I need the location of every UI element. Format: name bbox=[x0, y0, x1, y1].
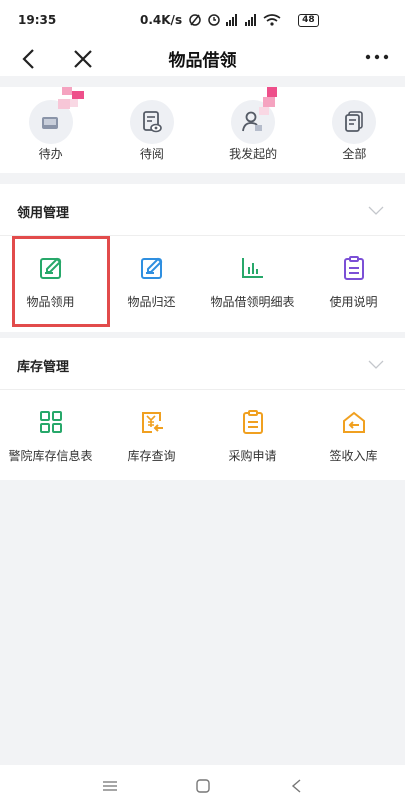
app-label: 警院库存信息表 bbox=[8, 449, 93, 463]
quick-item-todo[interactable]: 待办 bbox=[0, 87, 101, 173]
quick-item-initiated[interactable]: 我发起的 bbox=[203, 87, 304, 173]
app-item-goods-detail[interactable]: 物品借领明细表 bbox=[202, 236, 303, 332]
network-speed: 0.4K/s bbox=[140, 13, 183, 27]
app-label: 使用说明 bbox=[329, 295, 378, 309]
app-item-instructions[interactable]: 使用说明 bbox=[303, 236, 404, 332]
clipboard-icon bbox=[343, 256, 364, 280]
more-menu-icon[interactable] bbox=[360, 44, 394, 72]
home-square-icon[interactable] bbox=[193, 777, 213, 795]
section-header[interactable]: 领用管理 bbox=[0, 184, 405, 236]
app-item-inventory-query[interactable]: 库存查询 bbox=[101, 390, 202, 486]
yuan-doc-icon bbox=[141, 412, 163, 433]
quick-item-all[interactable]: 全部 bbox=[304, 87, 405, 173]
section-inventory-management: 库存管理 警院库存信息表 库存查询 采购申请 签收入库 bbox=[0, 338, 405, 480]
status-bar: 19:35 0.4K/s 48 bbox=[0, 0, 405, 40]
quick-label: 我发起的 bbox=[229, 147, 278, 161]
back-triangle-icon[interactable] bbox=[287, 777, 307, 795]
home-in-icon bbox=[342, 411, 365, 433]
top-nav: 物品借领 bbox=[0, 40, 405, 76]
menu-lines-icon[interactable] bbox=[100, 777, 120, 795]
section-header[interactable]: 库存管理 bbox=[0, 338, 405, 390]
chevron-down-icon[interactable] bbox=[368, 358, 384, 370]
quick-item-toread[interactable]: 待阅 bbox=[101, 87, 202, 173]
status-indicator-icons bbox=[189, 14, 281, 26]
quick-label: 待办 bbox=[38, 147, 63, 161]
highlight-box bbox=[12, 236, 110, 327]
section-title: 库存管理 bbox=[17, 360, 70, 375]
quick-label: 全部 bbox=[342, 147, 367, 161]
pixelated-overlay bbox=[58, 87, 84, 109]
page-title: 物品借领 bbox=[168, 51, 237, 71]
app-label: 库存查询 bbox=[127, 449, 176, 463]
bar-chart-icon bbox=[241, 258, 263, 278]
app-label: 物品归还 bbox=[127, 295, 176, 309]
battery-indicator: 48 bbox=[298, 13, 319, 27]
app-item-inventory-info[interactable]: 警院库存信息表 bbox=[0, 390, 101, 486]
status-icons: 0.4K/s 48 bbox=[140, 13, 319, 27]
app-label: 签收入库 bbox=[329, 449, 378, 463]
app-label: 采购申请 bbox=[228, 449, 277, 463]
all-docs-icon bbox=[332, 100, 377, 144]
app-item-goods-return[interactable]: 物品归还 bbox=[101, 236, 202, 332]
system-nav-bar bbox=[0, 765, 405, 807]
clipboard-icon bbox=[242, 410, 263, 434]
app-label: 物品借领明细表 bbox=[210, 295, 295, 309]
app-grid: 警院库存信息表 库存查询 采购申请 签收入库 bbox=[0, 390, 405, 486]
pixelated-overlay bbox=[258, 87, 277, 115]
quick-label: 待阅 bbox=[139, 147, 164, 161]
chevron-down-icon[interactable] bbox=[368, 204, 384, 216]
grid-icon bbox=[39, 411, 62, 433]
read-doc-icon bbox=[129, 100, 174, 144]
section-title: 领用管理 bbox=[17, 206, 70, 221]
quick-filter-bar: 待办 待阅 我发起的 全部 bbox=[0, 87, 405, 173]
edit-note-icon bbox=[140, 257, 162, 279]
app-item-sign-receive[interactable]: 签收入库 bbox=[303, 390, 404, 486]
app-item-purchase-request[interactable]: 采购申请 bbox=[202, 390, 303, 486]
status-time: 19:35 bbox=[18, 13, 57, 27]
